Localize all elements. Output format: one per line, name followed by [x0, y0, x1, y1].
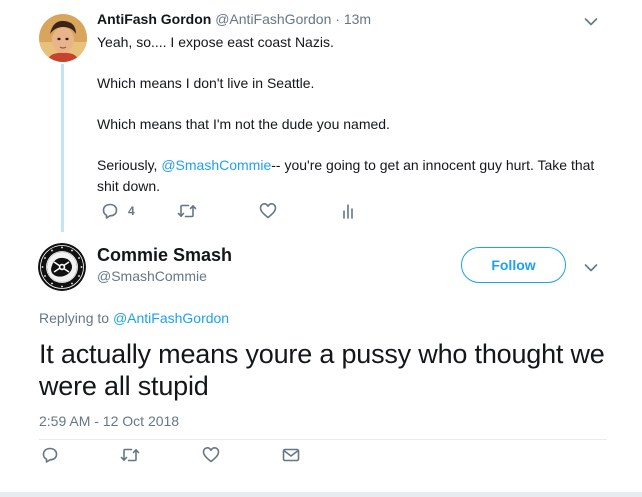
tweet-header: AntiFash Gordon @AntiFashGordon · 13m: [97, 11, 371, 27]
username[interactable]: @AntiFashGordon: [215, 11, 331, 27]
display-name[interactable]: Commie Smash: [97, 245, 232, 266]
separator-dot: ·: [335, 11, 340, 27]
heart-icon: [259, 203, 277, 219]
mention-link[interactable]: @SmashCommie: [161, 157, 271, 173]
like-button[interactable]: [202, 446, 220, 463]
reply-icon: [42, 447, 58, 463]
tweet-time[interactable]: 13m: [344, 11, 371, 27]
analytics-button[interactable]: [341, 203, 355, 219]
divider: [39, 439, 607, 440]
display-name[interactable]: AntiFash Gordon: [97, 11, 211, 27]
replying-to: Replying to @AntiFashGordon: [39, 310, 229, 326]
tweet-paragraph: Which means that I'm not the dude you na…: [97, 116, 390, 132]
envelope-icon: [282, 448, 300, 462]
tweet-paragraph: Yeah, so.... I expose east coast Nazis.: [97, 34, 334, 50]
retweet-button[interactable]: [120, 447, 140, 463]
thread-connector-line: [61, 64, 64, 232]
chevron-down-icon[interactable]: [584, 260, 598, 278]
retweet-icon: [120, 448, 140, 462]
replying-prefix: Replying to: [39, 310, 113, 326]
username[interactable]: @SmashCommie: [97, 268, 207, 284]
retweet-icon: [177, 204, 197, 218]
reply-button[interactable]: 4: [101, 202, 135, 220]
direct-message-button[interactable]: [282, 448, 300, 462]
tweet-paragraph: Seriously, @SmashCommie-- you're going t…: [97, 155, 617, 196]
tweet-timestamp[interactable]: 2:59 AM - 12 Oct 2018: [39, 413, 179, 429]
avatar-image: [39, 14, 87, 62]
reply-count: 4: [128, 204, 135, 218]
reply-button[interactable]: [41, 446, 59, 464]
like-button[interactable]: [259, 202, 277, 219]
tweet-text: Yeah, so.... I expose east coast Nazis. …: [97, 32, 617, 196]
tweet-paragraph: Which means I don't live in Seattle.: [97, 75, 315, 91]
heart-icon: [202, 447, 220, 463]
text-fragment: Seriously,: [97, 157, 162, 173]
bottom-border: [0, 492, 642, 497]
chevron-down-icon[interactable]: [584, 14, 598, 32]
avatar[interactable]: [39, 14, 87, 62]
follow-button[interactable]: Follow: [461, 247, 566, 283]
mention-link[interactable]: @AntiFashGordon: [113, 310, 229, 326]
reply-icon: [102, 203, 118, 219]
avatar-image: [38, 243, 86, 291]
avatar[interactable]: [38, 243, 86, 291]
analytics-icon: [343, 204, 353, 219]
tweet-text: It actually means youre a pussy who thou…: [39, 339, 605, 401]
retweet-button[interactable]: [177, 203, 197, 219]
